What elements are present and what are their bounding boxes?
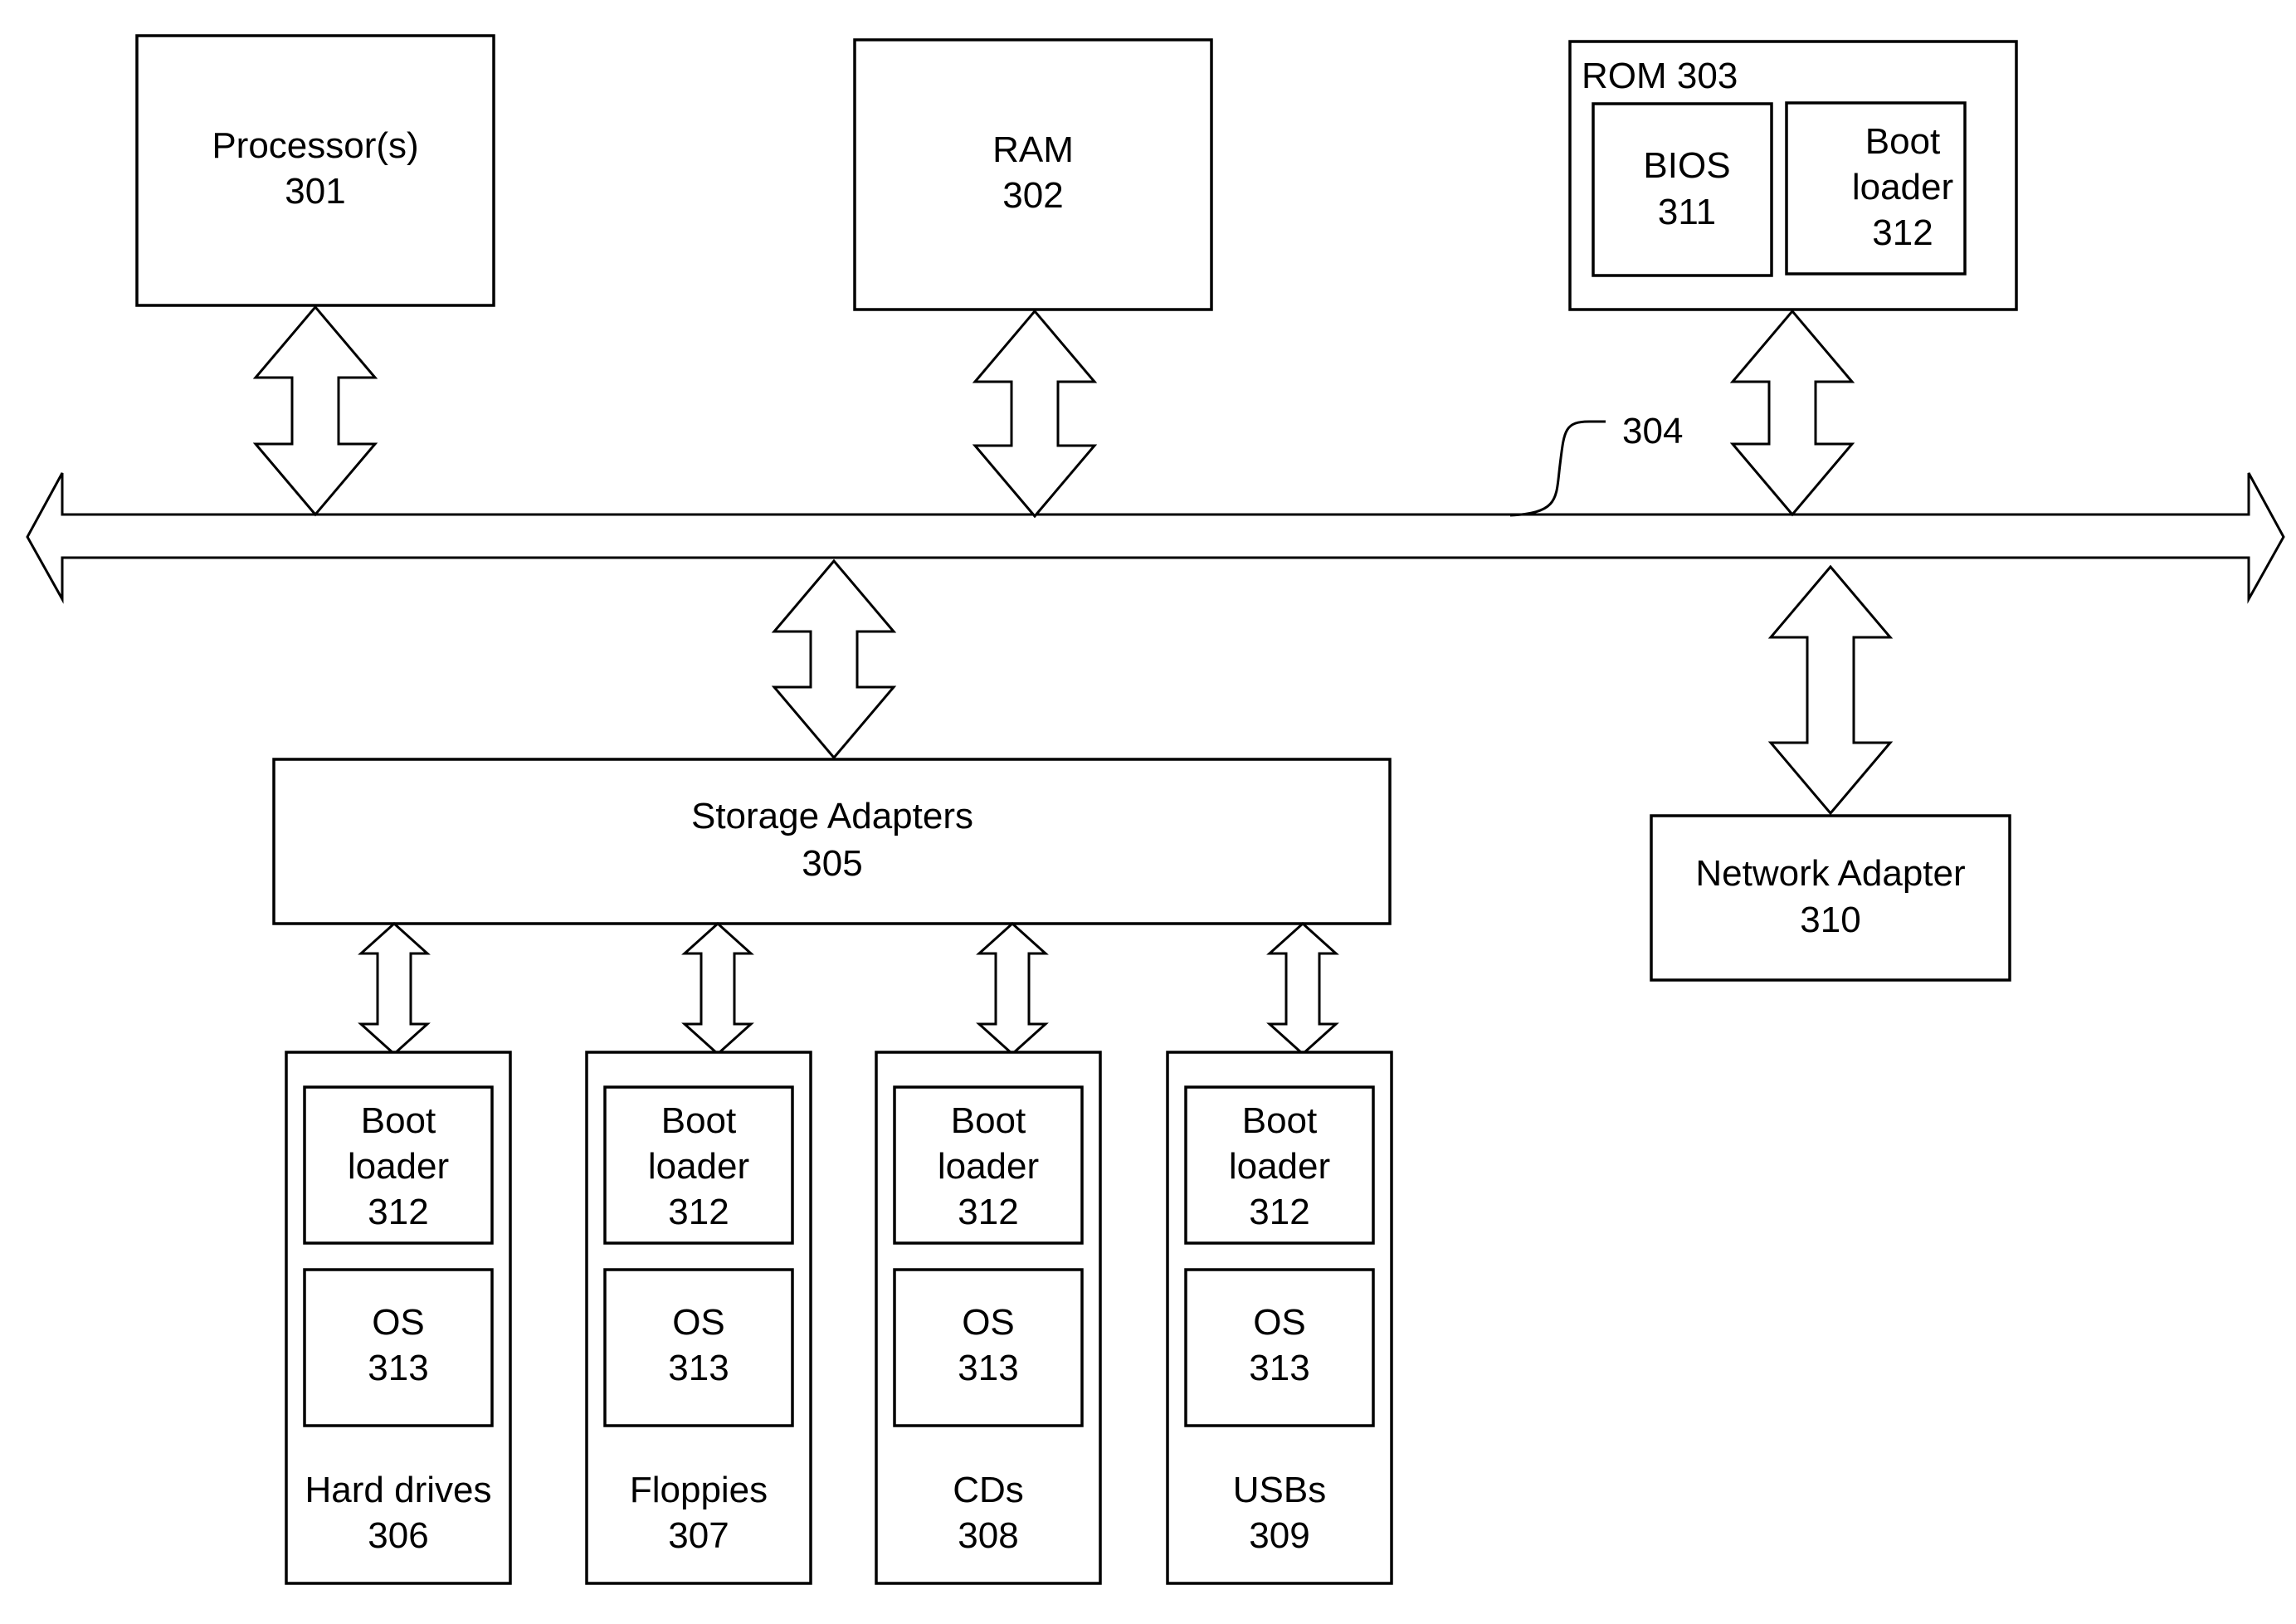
- device-os-ref: 313: [1249, 1348, 1309, 1388]
- device-os-label: OS: [372, 1302, 425, 1343]
- processor-label: Processor(s): [212, 125, 418, 166]
- network-adapter-box: [1650, 814, 2011, 982]
- device-boot-loader-ref: 312: [668, 1192, 729, 1232]
- ram-label: RAM: [992, 129, 1074, 170]
- device-os-label: OS: [672, 1302, 725, 1343]
- device-ref: 307: [668, 1515, 729, 1556]
- processor-bus-arrow: [252, 305, 378, 517]
- device-0-arrow: [358, 921, 431, 1056]
- device-boot-loader-line2: loader: [648, 1146, 749, 1187]
- bios-label: BIOS: [1643, 145, 1730, 186]
- device-3-arrow: [1266, 921, 1339, 1056]
- bios-ref: 311: [1658, 192, 1716, 232]
- device-boot-loader-ref: 312: [368, 1192, 428, 1232]
- device-ref: 308: [958, 1515, 1018, 1556]
- bios-box: [1592, 102, 1773, 277]
- bus-ref-label: 304: [1622, 411, 1683, 451]
- device-boot-loader-ref: 312: [958, 1192, 1018, 1232]
- device-boot-loader-line1: Boot: [1242, 1100, 1318, 1141]
- network-adapter-ref: 310: [1800, 900, 1860, 940]
- device-name: Floppies: [630, 1470, 768, 1510]
- device-2-arrow: [976, 921, 1049, 1056]
- device-os-ref: 313: [958, 1348, 1018, 1388]
- processor-ref: 301: [285, 171, 345, 212]
- storage-device: Boot loader 312 OS 313 Hard drives 306: [285, 1051, 512, 1585]
- storage-adapters-label: Storage Adapters: [691, 796, 973, 836]
- device-boot-loader-line2: loader: [1229, 1146, 1330, 1187]
- device-os-ref: 313: [668, 1348, 729, 1388]
- storage-adapters-bus-arrow: [771, 558, 897, 760]
- device-boot-loader-line1: Boot: [951, 1100, 1026, 1141]
- device-boot-loader-ref: 312: [1249, 1192, 1309, 1232]
- device-os-label: OS: [1253, 1302, 1306, 1343]
- storage-device: Boot loader 312 OS 313 USBs 309: [1166, 1051, 1393, 1585]
- device-ref: 306: [368, 1515, 428, 1556]
- storage-adapters-ref: 305: [802, 843, 862, 884]
- device-os-ref: 313: [368, 1348, 428, 1388]
- network-adapter-bus-arrow: [1767, 564, 1894, 816]
- storage-device: Boot loader 312 OS 313 CDs 308: [875, 1051, 1102, 1585]
- device-boot-loader-line1: Boot: [661, 1100, 737, 1141]
- storage-device: Boot loader 312 OS 313 Floppies 307: [585, 1051, 812, 1585]
- device-ref: 309: [1249, 1515, 1309, 1556]
- device-1-arrow: [681, 921, 754, 1056]
- device-boot-loader-line1: Boot: [361, 1100, 436, 1141]
- device-name: CDs: [953, 1470, 1024, 1510]
- ram-bus-arrow: [972, 309, 1098, 519]
- network-adapter-label: Network Adapter: [1695, 853, 1965, 894]
- rom-boot-loader-ref: 312: [1872, 212, 1933, 253]
- ram-ref: 302: [1002, 175, 1063, 216]
- storage-devices: Boot loader 312 OS 313 Hard drives 306 Boot load…: [285, 1051, 1393, 1585]
- system-bus-arrow: [26, 472, 2285, 604]
- rom-title: ROM 303: [1582, 56, 1738, 96]
- device-name: USBs: [1233, 1470, 1326, 1510]
- storage-adapters-box: [272, 758, 1392, 925]
- bus-leader-line: [1509, 420, 1606, 517]
- device-boot-loader-line2: loader: [348, 1146, 449, 1187]
- device-name: Hard drives: [305, 1470, 492, 1510]
- computer-architecture-diagram: 304 Processor(s) 301 RAM 302 ROM 303 BIO…: [26, 34, 2285, 1585]
- rom-boot-loader-line1: Boot: [1865, 121, 1941, 162]
- device-os-label: OS: [962, 1302, 1015, 1343]
- device-boot-loader-line2: loader: [938, 1146, 1039, 1187]
- rom-bus-arrow: [1729, 309, 1855, 517]
- rom-boot-loader-line2: loader: [1852, 167, 1953, 207]
